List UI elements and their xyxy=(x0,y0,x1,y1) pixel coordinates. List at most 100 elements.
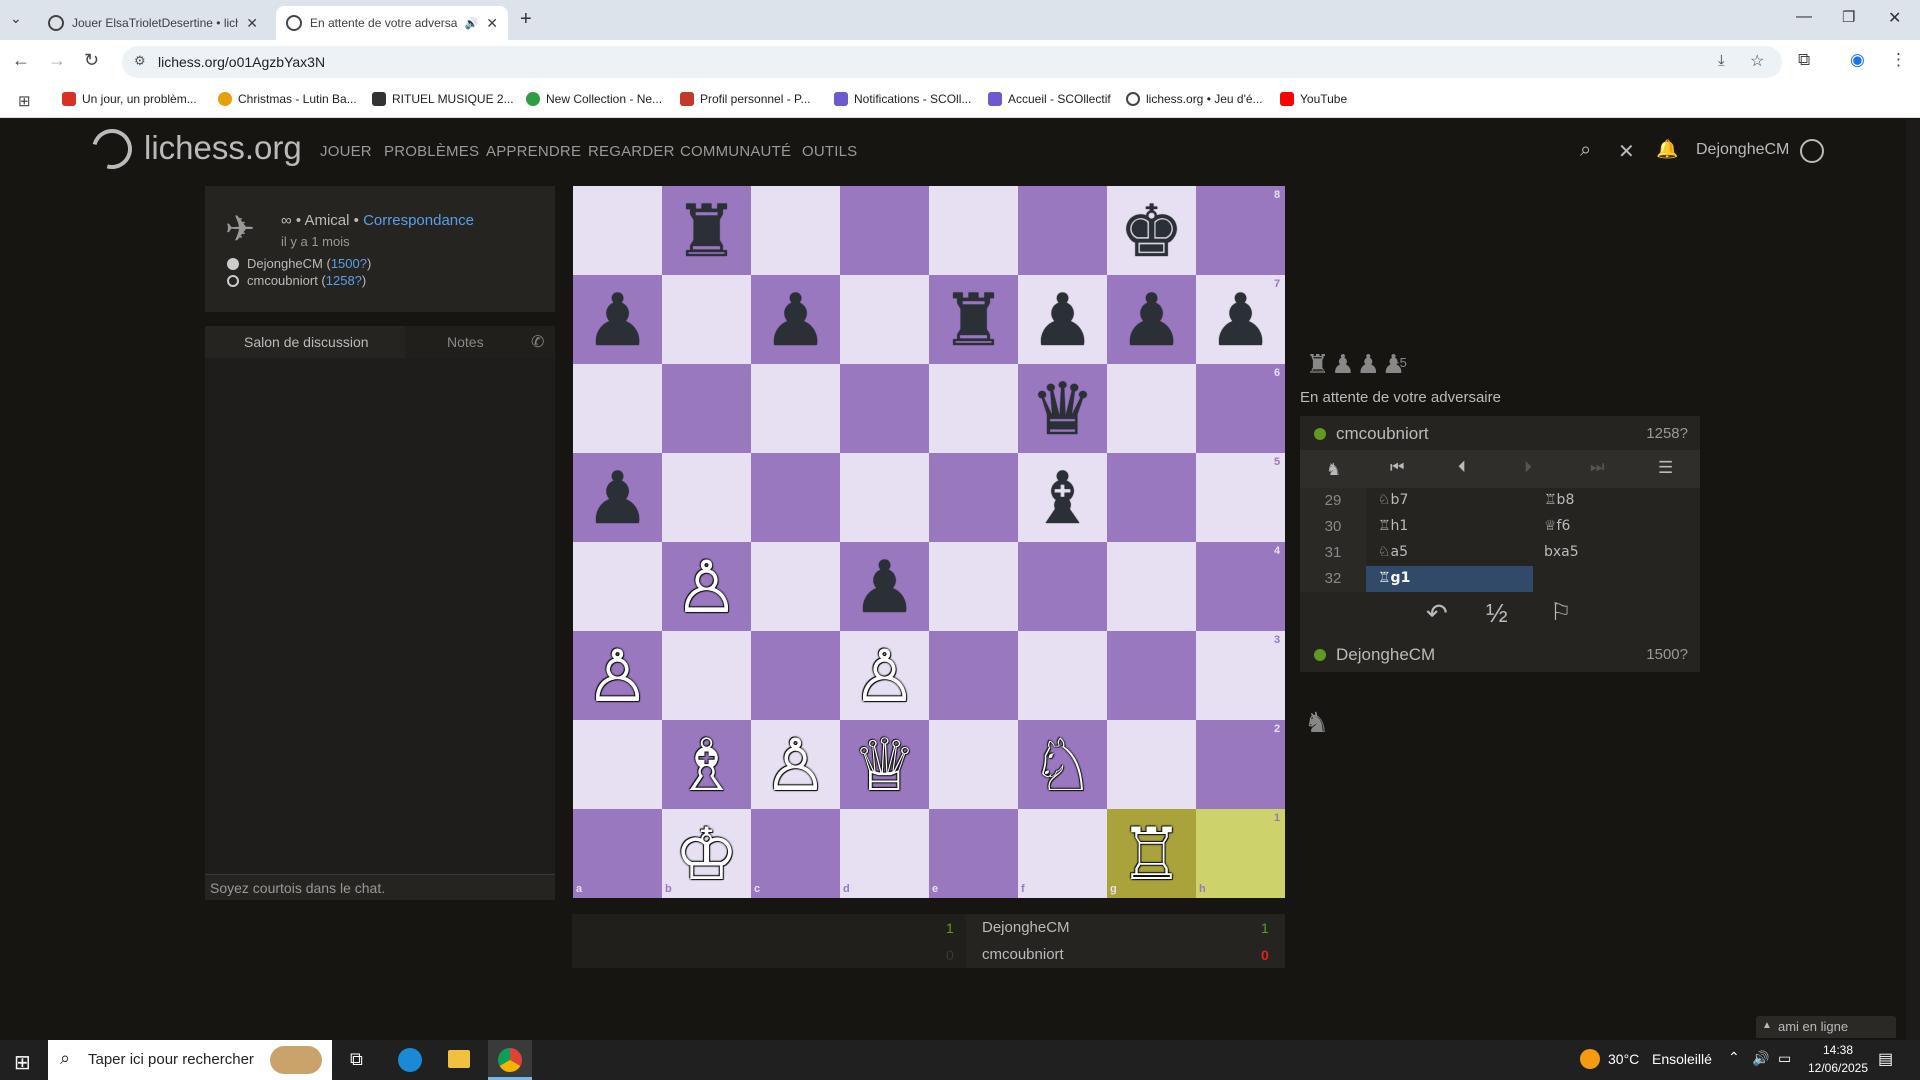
square-g3[interactable] xyxy=(1107,631,1196,720)
bookmark-1[interactable]: Un jour, un problèm... xyxy=(62,92,197,106)
url-text[interactable]: lichess.org/o01AgzbYax3N xyxy=(158,54,325,70)
piece-c7[interactable]: ♟ xyxy=(751,275,840,364)
square-d1[interactable] xyxy=(840,809,929,898)
bookmark-9[interactable]: YouTube xyxy=(1280,92,1347,106)
volume-icon[interactable]: 🔊 xyxy=(1752,1050,1769,1067)
square-a4[interactable] xyxy=(573,542,662,631)
white-move[interactable]: ♘a5 xyxy=(1378,544,1408,560)
weather-text[interactable]: Ensoleillé xyxy=(1652,1051,1712,1067)
piece-f7[interactable]: ♟ xyxy=(1018,275,1107,364)
piece-b4[interactable]: ♙ xyxy=(662,542,751,631)
chrome-taskbar-button[interactable] xyxy=(488,1040,532,1080)
square-h5[interactable] xyxy=(1196,453,1285,542)
square-a1[interactable] xyxy=(573,809,662,898)
bottom-player-name[interactable]: DejongheCM xyxy=(1336,645,1435,665)
square-c6[interactable] xyxy=(751,364,840,453)
square-g2[interactable] xyxy=(1107,720,1196,809)
square-g5[interactable] xyxy=(1107,453,1196,542)
piece-c2[interactable]: ♙ xyxy=(751,720,840,809)
square-e6[interactable] xyxy=(929,364,1018,453)
nav-communaute[interactable]: COMMUNAUTÉ xyxy=(680,143,791,160)
piece-f6[interactable]: ♛ xyxy=(1018,364,1107,453)
square-b5[interactable] xyxy=(662,453,751,542)
square-d7[interactable] xyxy=(840,275,929,364)
challenge-swords-icon[interactable]: ✕ xyxy=(1618,139,1635,164)
square-c1[interactable] xyxy=(751,809,840,898)
speaker-icon[interactable]: 🔊 xyxy=(465,17,479,30)
square-h6[interactable] xyxy=(1196,364,1285,453)
piece-f2[interactable]: ♘ xyxy=(1018,720,1107,809)
offer-draw-icon[interactable]: ½ xyxy=(1486,598,1508,629)
restore-icon[interactable]: ❐ xyxy=(1842,8,1855,26)
square-e3[interactable] xyxy=(929,631,1018,720)
browser-tab-2-active[interactable]: En attente de votre adversa 🔊 ✕ xyxy=(276,6,508,40)
close-window-icon[interactable]: ✕ xyxy=(1888,8,1901,28)
install-icon[interactable]: ⤓ xyxy=(1718,52,1725,69)
square-b7[interactable] xyxy=(662,275,751,364)
close-tab-icon[interactable]: ✕ xyxy=(246,15,258,32)
piece-g1[interactable]: ♖ xyxy=(1107,809,1196,898)
resign-flag-icon[interactable]: ⚐ xyxy=(1550,598,1572,627)
square-a8[interactable] xyxy=(573,186,662,275)
next-move-icon[interactable]: ⏵ xyxy=(1524,459,1532,477)
piece-a5[interactable]: ♟ xyxy=(573,453,662,542)
hamburger-menu-icon[interactable]: ☰ xyxy=(1658,458,1673,478)
piece-d4[interactable]: ♟ xyxy=(840,542,929,631)
site-info-icon[interactable]: ⚙ xyxy=(134,53,146,69)
square-f3[interactable] xyxy=(1018,631,1107,720)
weather-sun-icon[interactable] xyxy=(1580,1049,1600,1069)
square-e8[interactable] xyxy=(929,186,1018,275)
nav-problemes[interactable]: PROBLÈMES xyxy=(384,143,479,160)
nav-outils[interactable]: OUTILS xyxy=(802,143,857,160)
tab-search-icon[interactable]: ⌄ xyxy=(10,10,30,30)
nav-apprendre[interactable]: APPRENDRE xyxy=(486,143,581,160)
piece-h7[interactable]: ♟ xyxy=(1196,275,1285,364)
bookmark-7[interactable]: Accueil - SCOllectif xyxy=(988,92,1111,106)
bookmark-3[interactable]: RITUEL MUSIQUE 2... xyxy=(372,92,514,106)
new-tab-icon[interactable]: + xyxy=(520,8,532,31)
page-scrollbar[interactable] xyxy=(1906,119,1920,1040)
white-move[interactable]: ♘b7 xyxy=(1378,492,1408,508)
first-move-icon[interactable]: ⏮ xyxy=(1390,459,1404,477)
nav-regarder[interactable]: REGARDER xyxy=(588,143,675,160)
square-f8[interactable] xyxy=(1018,186,1107,275)
square-h2[interactable] xyxy=(1196,720,1285,809)
square-b3[interactable] xyxy=(662,631,751,720)
chat-input[interactable]: Soyez courtois dans le chat. xyxy=(205,874,555,900)
browser-tab-1[interactable]: Jouer ElsaTrioletDesertine • lich ✕ xyxy=(38,6,268,40)
square-e5[interactable] xyxy=(929,453,1018,542)
extensions-icon[interactable]: ⧉ xyxy=(1798,50,1810,70)
square-d6[interactable] xyxy=(840,364,929,453)
last-move-icon[interactable]: ⏭ xyxy=(1590,459,1604,477)
clock-date[interactable]: 12/06/2025 xyxy=(1806,1061,1870,1075)
weather-temp[interactable]: 30°C xyxy=(1608,1051,1639,1067)
bookmark-5[interactable]: Profil personnel - P... xyxy=(680,92,811,106)
square-f1[interactable] xyxy=(1018,809,1107,898)
square-b6[interactable] xyxy=(662,364,751,453)
square-e2[interactable] xyxy=(929,720,1018,809)
reload-icon[interactable]: ↻ xyxy=(84,50,99,71)
piece-d2[interactable]: ♕ xyxy=(840,720,929,809)
voice-phone-icon[interactable]: ✆ xyxy=(531,332,544,352)
piece-b8[interactable]: ♜ xyxy=(662,186,751,275)
menu-icon[interactable]: ⋮ xyxy=(1890,50,1907,70)
edge-icon[interactable] xyxy=(398,1048,422,1072)
user-menu-name[interactable]: DejongheCM xyxy=(1696,141,1789,159)
user-avatar-icon[interactable] xyxy=(1800,139,1824,163)
clock-time[interactable]: 14:38 xyxy=(1810,1043,1866,1057)
piece-a3[interactable]: ♙ xyxy=(573,631,662,720)
bookmark-2[interactable]: Christmas - Lutin Ba... xyxy=(218,92,357,106)
bookmark-6[interactable]: Notifications - SCOll... xyxy=(834,92,971,106)
close-tab-icon[interactable]: ✕ xyxy=(486,15,498,32)
friends-online-box[interactable]: ▲ ami en ligne xyxy=(1756,1016,1896,1038)
tab-salon-discussion[interactable]: Salon de discussion xyxy=(205,326,405,358)
square-e1[interactable] xyxy=(929,809,1018,898)
prev-move-icon[interactable]: ⏴ xyxy=(1458,459,1466,477)
piece-d3[interactable]: ♙ xyxy=(840,631,929,720)
score-p2-name[interactable]: cmcoubniort xyxy=(982,946,1064,963)
piece-e7[interactable]: ♜ xyxy=(929,275,1018,364)
piece-f5[interactable]: ♝ xyxy=(1018,453,1107,542)
square-e4[interactable] xyxy=(929,542,1018,631)
bookmark-4[interactable]: New Collection - Ne... xyxy=(526,92,662,106)
notifications-bell-icon[interactable]: 🔔 xyxy=(1656,139,1678,160)
